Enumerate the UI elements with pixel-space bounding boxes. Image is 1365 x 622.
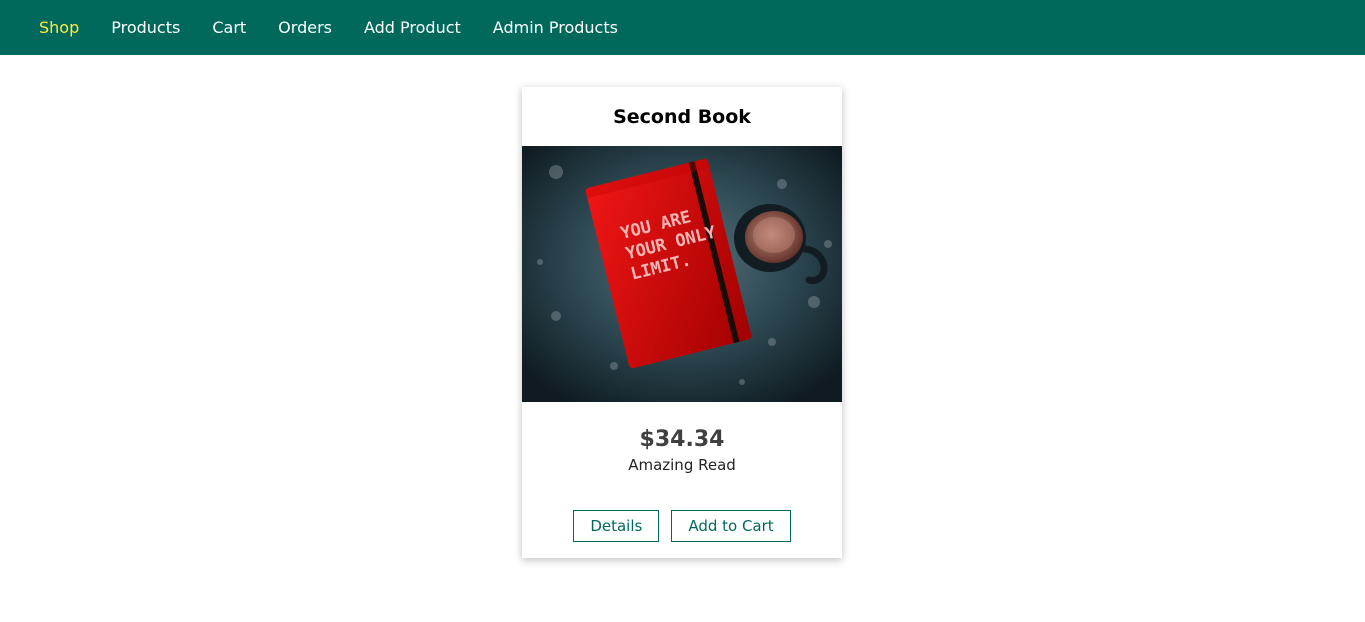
product-title: Second Book — [613, 106, 751, 128]
nav-cart-link[interactable]: Cart — [212, 18, 246, 38]
nav-products-link[interactable]: Products — [111, 18, 180, 38]
product-price: $34.34 — [639, 427, 725, 452]
nav-orders-link[interactable]: Orders — [278, 18, 332, 38]
nav-shop-link[interactable]: Shop — [39, 18, 79, 38]
nav-admin-products-link[interactable]: Admin Products — [493, 18, 618, 38]
add-to-cart-button[interactable]: Add to Cart — [671, 510, 791, 542]
product-description: Amazing Read — [628, 456, 736, 474]
product-image: YOU ARE YOUR ONLY LIMIT. — [522, 146, 842, 402]
main-navigation: Shop Products Cart Orders Add Product Ad… — [0, 0, 1365, 55]
details-button[interactable]: Details — [573, 510, 660, 542]
nav-add-product-link[interactable]: Add Product — [364, 18, 461, 38]
product-actions: Details Add to Cart — [522, 510, 842, 542]
book-and-coffee-image: YOU ARE YOUR ONLY LIMIT. — [522, 146, 842, 402]
product-card: Second Book YOU ARE YOUR ONLY LIMIT. $34… — [522, 87, 842, 558]
